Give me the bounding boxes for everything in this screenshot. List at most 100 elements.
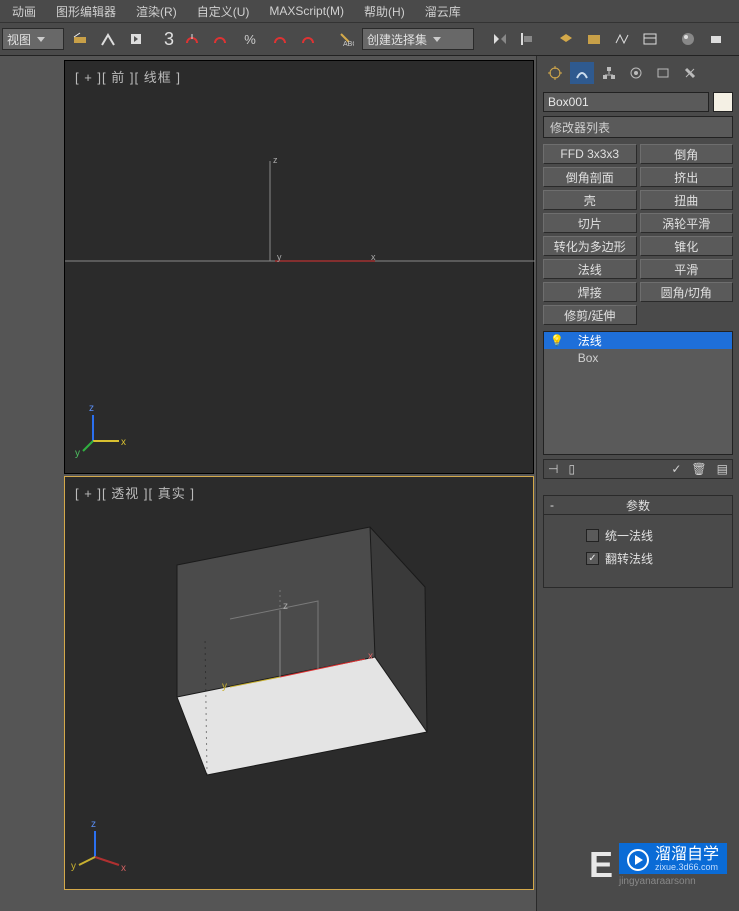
watermark-site: zixue.3d66.com [655,863,719,872]
tab-display[interactable] [651,62,675,84]
menu-maxscript[interactable]: MAXScript(M) [259,4,354,18]
schematic-button[interactable] [638,27,662,51]
menu-animation[interactable]: 动画 [2,3,46,20]
checkbox-flip-normals-row: ✓ 翻转法线 [586,550,722,567]
snap-toggle-4[interactable] [296,27,320,51]
svg-text:ABC: ABC [343,41,354,47]
modifier-button-grid: FFD 3x3x3 倒角 倒角剖面 挤出 壳 扭曲 切片 涡轮平滑 转化为多边形… [543,144,733,302]
modifier-list-dropdown[interactable]: 修改器列表 [543,116,733,138]
watermark-logo: E [589,844,613,886]
percent-snap[interactable]: % [236,27,264,51]
svg-text:y: y [222,681,227,692]
mod-twist[interactable]: 扭曲 [640,190,734,210]
menu-liuyun[interactable]: 溜云库 [415,3,471,20]
align-button[interactable] [516,27,540,51]
show-end-result-icon[interactable]: ▯ [568,462,575,476]
snap-toggle-2[interactable] [208,27,232,51]
rollout-header-params[interactable]: - 参数 [543,495,733,515]
svg-text:z: z [91,819,96,830]
layer-explorer[interactable] [582,27,606,51]
mod-turbosmooth[interactable]: 涡轮平滑 [640,213,734,233]
watermark-bottom: jingyanaraarsonn [619,876,727,887]
mod-trim-extend[interactable]: 修剪/延伸 [543,305,637,325]
mod-fillet[interactable]: 圆角/切角 [640,282,734,302]
svg-text:y: y [75,448,80,459]
svg-text:x: x [121,863,126,874]
svg-text:y: y [71,861,76,872]
command-panel-tabs [543,62,733,84]
command-panel: 修改器列表 FFD 3x3x3 倒角 倒角剖面 挤出 壳 扭曲 切片 涡轮平滑 … [536,56,739,911]
object-color-swatch[interactable] [713,92,733,112]
viewport-front[interactable]: [ + ][ 前 ][ 线框 ] z y x z x y [64,60,534,474]
object-name-input[interactable] [543,92,709,112]
checkbox-flip-label: 翻转法线 [605,550,653,567]
mod-to-poly[interactable]: 转化为多边形 [543,236,637,256]
material-editor-button[interactable] [676,27,700,51]
watermark-badge: 溜溜自学 zixue.3d66.com [619,843,727,874]
chevron-down-icon [37,37,45,42]
svg-text:z: z [89,403,94,414]
snap-toggle-3[interactable] [268,27,292,51]
mod-weld[interactable]: 焊接 [543,282,637,302]
toolbar-btn-2[interactable] [96,27,120,51]
mod-taper[interactable]: 锥化 [640,236,734,256]
menu-customize[interactable]: 自定义(U) [187,3,260,20]
render-setup-button[interactable] [704,27,728,51]
tab-utilities[interactable] [678,62,702,84]
menu-bar: 动画 图形编辑器 渲染(R) 自定义(U) MAXScript(M) 帮助(H)… [0,0,739,22]
modifier-stack[interactable]: 💡 法线 💡 Box [543,331,733,455]
viewport-area: [ + ][ 前 ][ 线框 ] z y x z x y [0,56,536,911]
svg-text:x: x [371,252,376,262]
mod-bevel-profile[interactable]: 倒角剖面 [543,167,637,187]
mod-normal[interactable]: 法线 [543,259,637,279]
stack-toolbar: ⊣ ▯ ✓ 🗑 ▤ [543,459,733,479]
checkbox-unify-normals-row: 统一法线 [586,527,722,544]
checkbox-unify-normals[interactable] [586,529,599,542]
checkbox-unify-label: 统一法线 [605,527,653,544]
main-toolbar: 视图 3 % ABC 创建选择集 [0,22,739,56]
snap-value: 3 [162,29,176,50]
watermark: E 溜溜自学 zixue.3d66.com jingyanaraarsonn [589,843,727,887]
stack-item-label: Box [578,351,599,365]
checkbox-flip-normals[interactable]: ✓ [586,552,599,565]
lightbulb-icon[interactable]: 💡 [550,334,564,347]
mod-bevel[interactable]: 倒角 [640,144,734,164]
curve-editor-button[interactable] [610,27,634,51]
tab-motion[interactable] [624,62,648,84]
tab-create[interactable] [543,62,567,84]
remove-modifier-icon[interactable]: 🗑 [691,462,706,476]
mod-shell[interactable]: 壳 [543,190,637,210]
toolbar-btn-3[interactable] [124,27,148,51]
play-icon [627,849,649,871]
layer-button[interactable] [554,27,578,51]
menu-graph-editor[interactable]: 图形编辑器 [46,3,126,20]
rollout-title: 参数 [626,497,650,514]
menu-render[interactable]: 渲染(R) [126,3,187,20]
edit-named-sel[interactable]: ABC [334,27,358,51]
modifier-list-label: 修改器列表 [550,119,610,136]
mod-slice[interactable]: 切片 [543,213,637,233]
mod-extrude[interactable]: 挤出 [640,167,734,187]
snap-toggle-1[interactable] [180,27,204,51]
rollout-body-params: 统一法线 ✓ 翻转法线 [543,515,733,588]
selection-set-label: 创建选择集 [367,31,427,48]
stack-item-normal[interactable]: 💡 法线 [544,332,732,349]
view-dropdown[interactable]: 视图 [2,28,64,50]
tab-hierarchy[interactable] [597,62,621,84]
svg-text:z: z [273,155,278,165]
selection-set-dropdown[interactable]: 创建选择集 [362,28,474,50]
pin-stack-icon[interactable]: ⊣ [548,462,558,476]
viewport-perspective[interactable]: [ + ][ 透视 ][ 真实 ] [64,476,534,890]
mirror-button[interactable] [488,27,512,51]
collapse-icon: - [550,498,554,512]
svg-text:y: y [277,252,282,262]
menu-help[interactable]: 帮助(H) [354,3,415,20]
mod-ffd[interactable]: FFD 3x3x3 [543,144,637,164]
configure-sets-icon[interactable]: ▤ [717,462,728,476]
make-unique-icon[interactable]: ✓ [671,462,681,476]
mod-smooth[interactable]: 平滑 [640,259,734,279]
stack-item-box[interactable]: 💡 Box [544,349,732,366]
toolbar-btn-1[interactable] [68,27,92,51]
svg-text:x: x [121,437,126,448]
tab-modify[interactable] [570,62,594,84]
